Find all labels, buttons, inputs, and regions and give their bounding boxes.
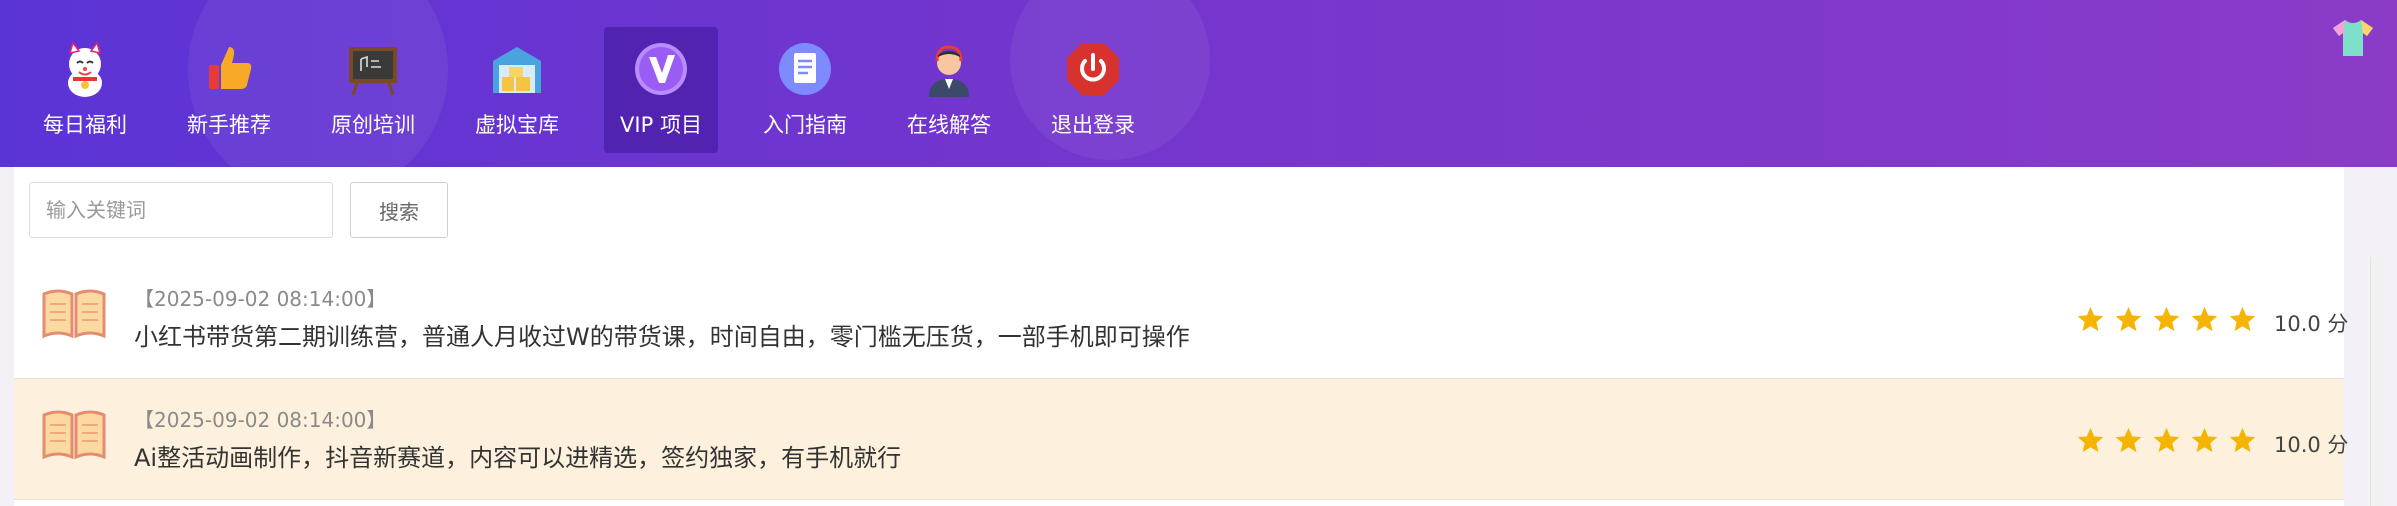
star-icon (2153, 306, 2180, 332)
star-icon (2191, 306, 2218, 332)
nav-item-virtual-treasury[interactable]: 虚拟宝库 (460, 27, 574, 153)
thumbs-up-icon (209, 47, 252, 89)
star-icon (2115, 306, 2142, 332)
search-input[interactable] (29, 182, 333, 238)
nav-label: 原创培训 (331, 113, 415, 137)
nav-label: 每日福利 (43, 113, 127, 137)
warehouse-icon (493, 47, 541, 93)
document-icon (779, 43, 831, 95)
nav-item-original-training[interactable]: 原创培训 (316, 27, 430, 153)
nav-label: 在线解答 (907, 113, 991, 137)
nav-item-daily-benefits[interactable]: 每日福利 (28, 27, 142, 153)
search-button[interactable]: 搜索 (350, 182, 448, 238)
item-title[interactable]: 小红书带货第二期训练营，普通人月收过W的带货课，时间自由，零门槛无压货，一部手机… (134, 317, 1190, 352)
star-icon (2077, 427, 2104, 453)
nav-label: VIP 项目 (620, 113, 702, 137)
item-title[interactable]: Ai整活动画制作，抖音新赛道，内容可以进精选，签约独家，有手机就行 (134, 438, 901, 473)
star-icon (2153, 427, 2180, 453)
nav-label: 新手推荐 (187, 113, 271, 137)
list-item[interactable]: 【2025-09-02 08:14:00】 小红书带货第二期训练营，普通人月收过… (14, 258, 2348, 379)
power-icon (1067, 43, 1119, 95)
open-book-icon (42, 410, 106, 460)
list-item[interactable]: 【2025-09-02 08:14:00】 Ai整活动画制作，抖音新赛道，内容可… (14, 379, 2348, 500)
nav-label: 退出登录 (1051, 113, 1135, 137)
star-icon (2229, 306, 2256, 332)
chalkboard-icon (349, 47, 397, 96)
item-score: 10.0 分 (2274, 433, 2349, 457)
star-icon (2077, 306, 2104, 332)
lucky-cat-icon (68, 41, 102, 97)
content-panel: 搜索 【2025-09-02 08:14:00】 小红书带货第二期训练营，普通人… (14, 167, 2348, 506)
vip-icon (635, 43, 687, 95)
item-date: 【2025-09-02 08:14:00】 (134, 287, 387, 311)
item-score: 10.0 分 (2274, 312, 2349, 336)
star-icon (2115, 427, 2142, 453)
nav-label: 入门指南 (763, 113, 847, 137)
open-book-icon (42, 289, 106, 339)
support-agent-icon (929, 45, 969, 97)
nav-item-online-answers[interactable]: 在线解答 (892, 27, 1006, 153)
rating-stars (2076, 426, 2257, 455)
item-date: 【2025-09-02 08:14:00】 (134, 408, 387, 432)
nav-item-beginner-recommend[interactable]: 新手推荐 (172, 27, 286, 153)
nav-label: 虚拟宝库 (475, 113, 559, 137)
rating-stars (2076, 305, 2257, 334)
vertical-scrollbar[interactable] (2370, 257, 2384, 506)
theme-shirt-icon[interactable] (2331, 18, 2375, 58)
nav-item-logout[interactable]: 退出登录 (1036, 27, 1150, 153)
top-navigation-bar: 每日福利 新手推荐 原创培训 虚拟宝库 VIP 项目 入门指南 在线解答 退出登… (0, 0, 2397, 167)
nav-item-getting-started[interactable]: 入门指南 (748, 27, 862, 153)
star-icon (2229, 427, 2256, 453)
star-icon (2191, 427, 2218, 453)
nav-item-vip-project[interactable]: VIP 项目 (604, 27, 718, 153)
